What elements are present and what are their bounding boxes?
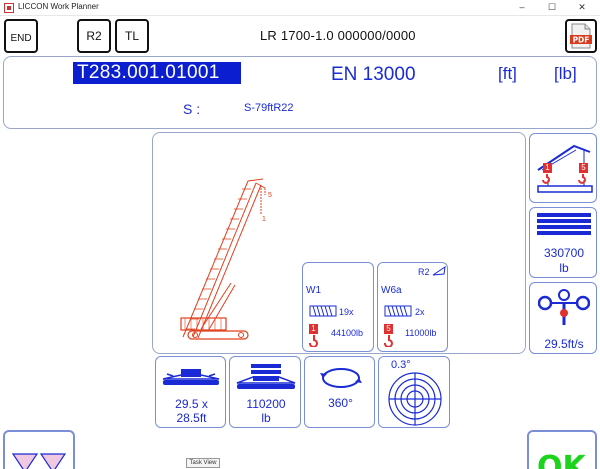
- minimize-button[interactable]: –: [508, 0, 536, 16]
- crawler-track-icon: [162, 369, 220, 385]
- slew-range-tile[interactable]: 360°: [304, 356, 375, 428]
- double-down-icon: [11, 453, 67, 469]
- weight-unit[interactable]: [lb]: [554, 64, 577, 84]
- tl-button[interactable]: TL: [115, 19, 149, 53]
- counterweight-icon: [537, 213, 591, 235]
- winch-w1-tile[interactable]: W1 19x 1 44100lb: [302, 262, 374, 352]
- crawler-dims-tile[interactable]: 29.5 x 28.5ft: [155, 356, 226, 428]
- hook-config-tile[interactable]: 1 5: [529, 133, 597, 203]
- norm-label: EN 13000: [331, 64, 416, 85]
- wind-speed-value: 29.5ft/s: [544, 337, 584, 351]
- hook-left-number: 1: [545, 163, 550, 172]
- job-code[interactable]: T283.001.01001: [73, 62, 241, 84]
- luffing-jib-icon: [432, 266, 446, 276]
- maximize-button[interactable]: ☐: [538, 0, 566, 16]
- winch-w6a-load: 11000lb: [405, 328, 437, 338]
- ok-label: OK: [537, 450, 586, 469]
- counterweight-value: 330700: [543, 246, 585, 260]
- app-icon: [4, 3, 14, 13]
- ballast-unit: lb: [261, 411, 271, 425]
- crawler-dims-line-1: 29.5 x: [175, 397, 208, 411]
- winch-drum-icon: [384, 305, 412, 317]
- counterweight-tile[interactable]: 330700 lb: [529, 207, 597, 278]
- ballast-icon: [236, 364, 296, 389]
- crane-hook-label-top: 5: [268, 192, 272, 199]
- winch-w6a-tile[interactable]: R2 W6a 2x 5 11000lb: [377, 262, 448, 352]
- wind-speed-tile[interactable]: 29.5ft/s: [529, 282, 597, 354]
- winch-w6a-hook-number: 5: [384, 324, 393, 334]
- crawler-dims-line-2: 28.5ft: [176, 411, 207, 425]
- level-target-icon: [388, 372, 442, 426]
- winch-w1-reeving: 19x: [339, 307, 354, 317]
- pdf-icon: PDF: [570, 23, 592, 49]
- down-arrows-button[interactable]: [3, 430, 75, 469]
- system-value: S-79ftR22: [244, 102, 294, 114]
- counterweight-unit: lb: [559, 261, 569, 275]
- winch-w6a-reeving: 2x: [415, 307, 425, 317]
- inclination-tile[interactable]: 0.3°: [378, 356, 450, 428]
- svg-text:PDF: PDF: [573, 36, 590, 45]
- end-button[interactable]: END: [4, 19, 38, 53]
- slew-angle-value: 360°: [328, 396, 353, 410]
- crane-hook-label-bottom: 1: [262, 216, 266, 223]
- crane-model-text: LR 1700-1.0 000000/0000: [260, 28, 416, 43]
- system-label: S :: [183, 101, 201, 117]
- close-button[interactable]: ✕: [568, 0, 596, 16]
- winch-w6a-name: W6a: [381, 285, 402, 296]
- hook-right-number: 5: [581, 163, 586, 172]
- window-title-bar: LICCON Work Planner – ☐ ✕: [0, 0, 600, 16]
- anemometer-icon: [538, 289, 590, 325]
- hook-icon: [309, 335, 318, 347]
- r2-button[interactable]: R2: [77, 19, 111, 53]
- task-view-tooltip: Task View: [186, 458, 220, 468]
- tilt-value: 0.3°: [391, 359, 411, 371]
- winch-w6a-tag: R2: [418, 267, 430, 277]
- hook-icon: [384, 335, 393, 347]
- ballast-tile[interactable]: 110200 lb: [229, 356, 301, 428]
- winch-w1-load: 44100lb: [331, 328, 364, 338]
- winch-w1-hook-number: 1: [309, 324, 318, 334]
- window-title: LICCON Work Planner: [18, 2, 99, 11]
- slew-rotation-icon: [320, 368, 362, 388]
- winch-w1-name: W1: [306, 285, 321, 296]
- pdf-button[interactable]: PDF: [565, 19, 597, 53]
- ok-button[interactable]: OK: [527, 430, 597, 469]
- winch-drum-icon: [309, 305, 337, 317]
- ballast-value: 110200: [246, 397, 286, 411]
- length-unit[interactable]: [ft]: [498, 64, 517, 84]
